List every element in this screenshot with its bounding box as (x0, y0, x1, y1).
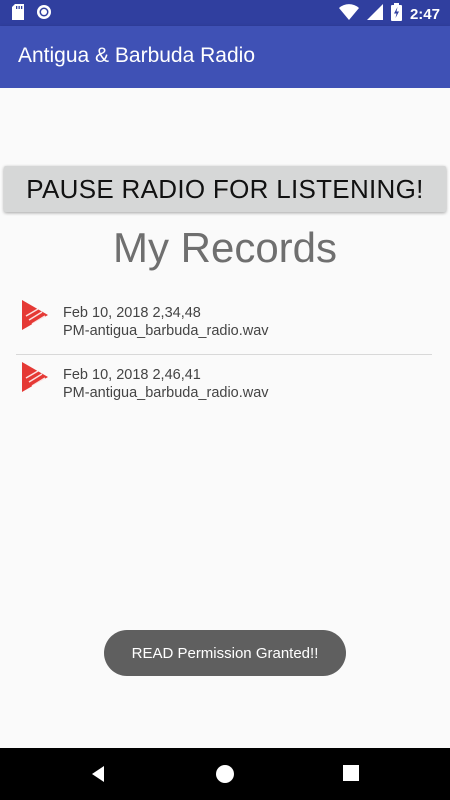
record-date-line: Feb 10, 2018 2,34,48 (63, 305, 201, 321)
record-filename: Feb 10, 2018 2,46,41 PM-antigua_barbuda_… (63, 366, 269, 402)
pause-radio-button[interactable]: PAUSE RADIO FOR LISTENING! (4, 166, 446, 212)
main-content: PAUSE RADIO FOR LISTENING! My Records Fe… (0, 88, 450, 748)
home-icon[interactable] (215, 764, 235, 784)
record-item[interactable]: Feb 10, 2018 2,46,41 PM-antigua_barbuda_… (16, 356, 432, 414)
record-date-line: Feb 10, 2018 2,46,41 (63, 367, 201, 383)
navigation-bar (0, 748, 450, 800)
play-icon[interactable] (20, 360, 50, 394)
status-time: 2:47 (409, 6, 440, 23)
back-icon[interactable] (88, 764, 108, 784)
record-name-line: PM-antigua_barbuda_radio.wav (63, 323, 269, 339)
signal-icon (366, 4, 383, 25)
app-title: Antigua & Barbuda Radio (18, 44, 255, 67)
play-icon[interactable] (20, 298, 50, 332)
recents-icon[interactable] (342, 764, 362, 784)
app-bar: Antigua & Barbuda Radio (0, 26, 450, 88)
sync-icon (36, 4, 52, 25)
record-filename: Feb 10, 2018 2,34,48 PM-antigua_barbuda_… (63, 304, 269, 340)
toast-message: READ Permission Granted!! (104, 630, 346, 676)
sd-card-icon (12, 4, 24, 25)
battery-charging-icon (390, 3, 402, 26)
wifi-icon (338, 4, 359, 25)
record-name-line: PM-antigua_barbuda_radio.wav (63, 385, 269, 401)
record-item[interactable]: Feb 10, 2018 2,34,48 PM-antigua_barbuda_… (16, 294, 432, 352)
records-title: My Records (112, 224, 338, 271)
status-bar: 2:47 (0, 0, 450, 26)
list-divider (16, 354, 432, 355)
